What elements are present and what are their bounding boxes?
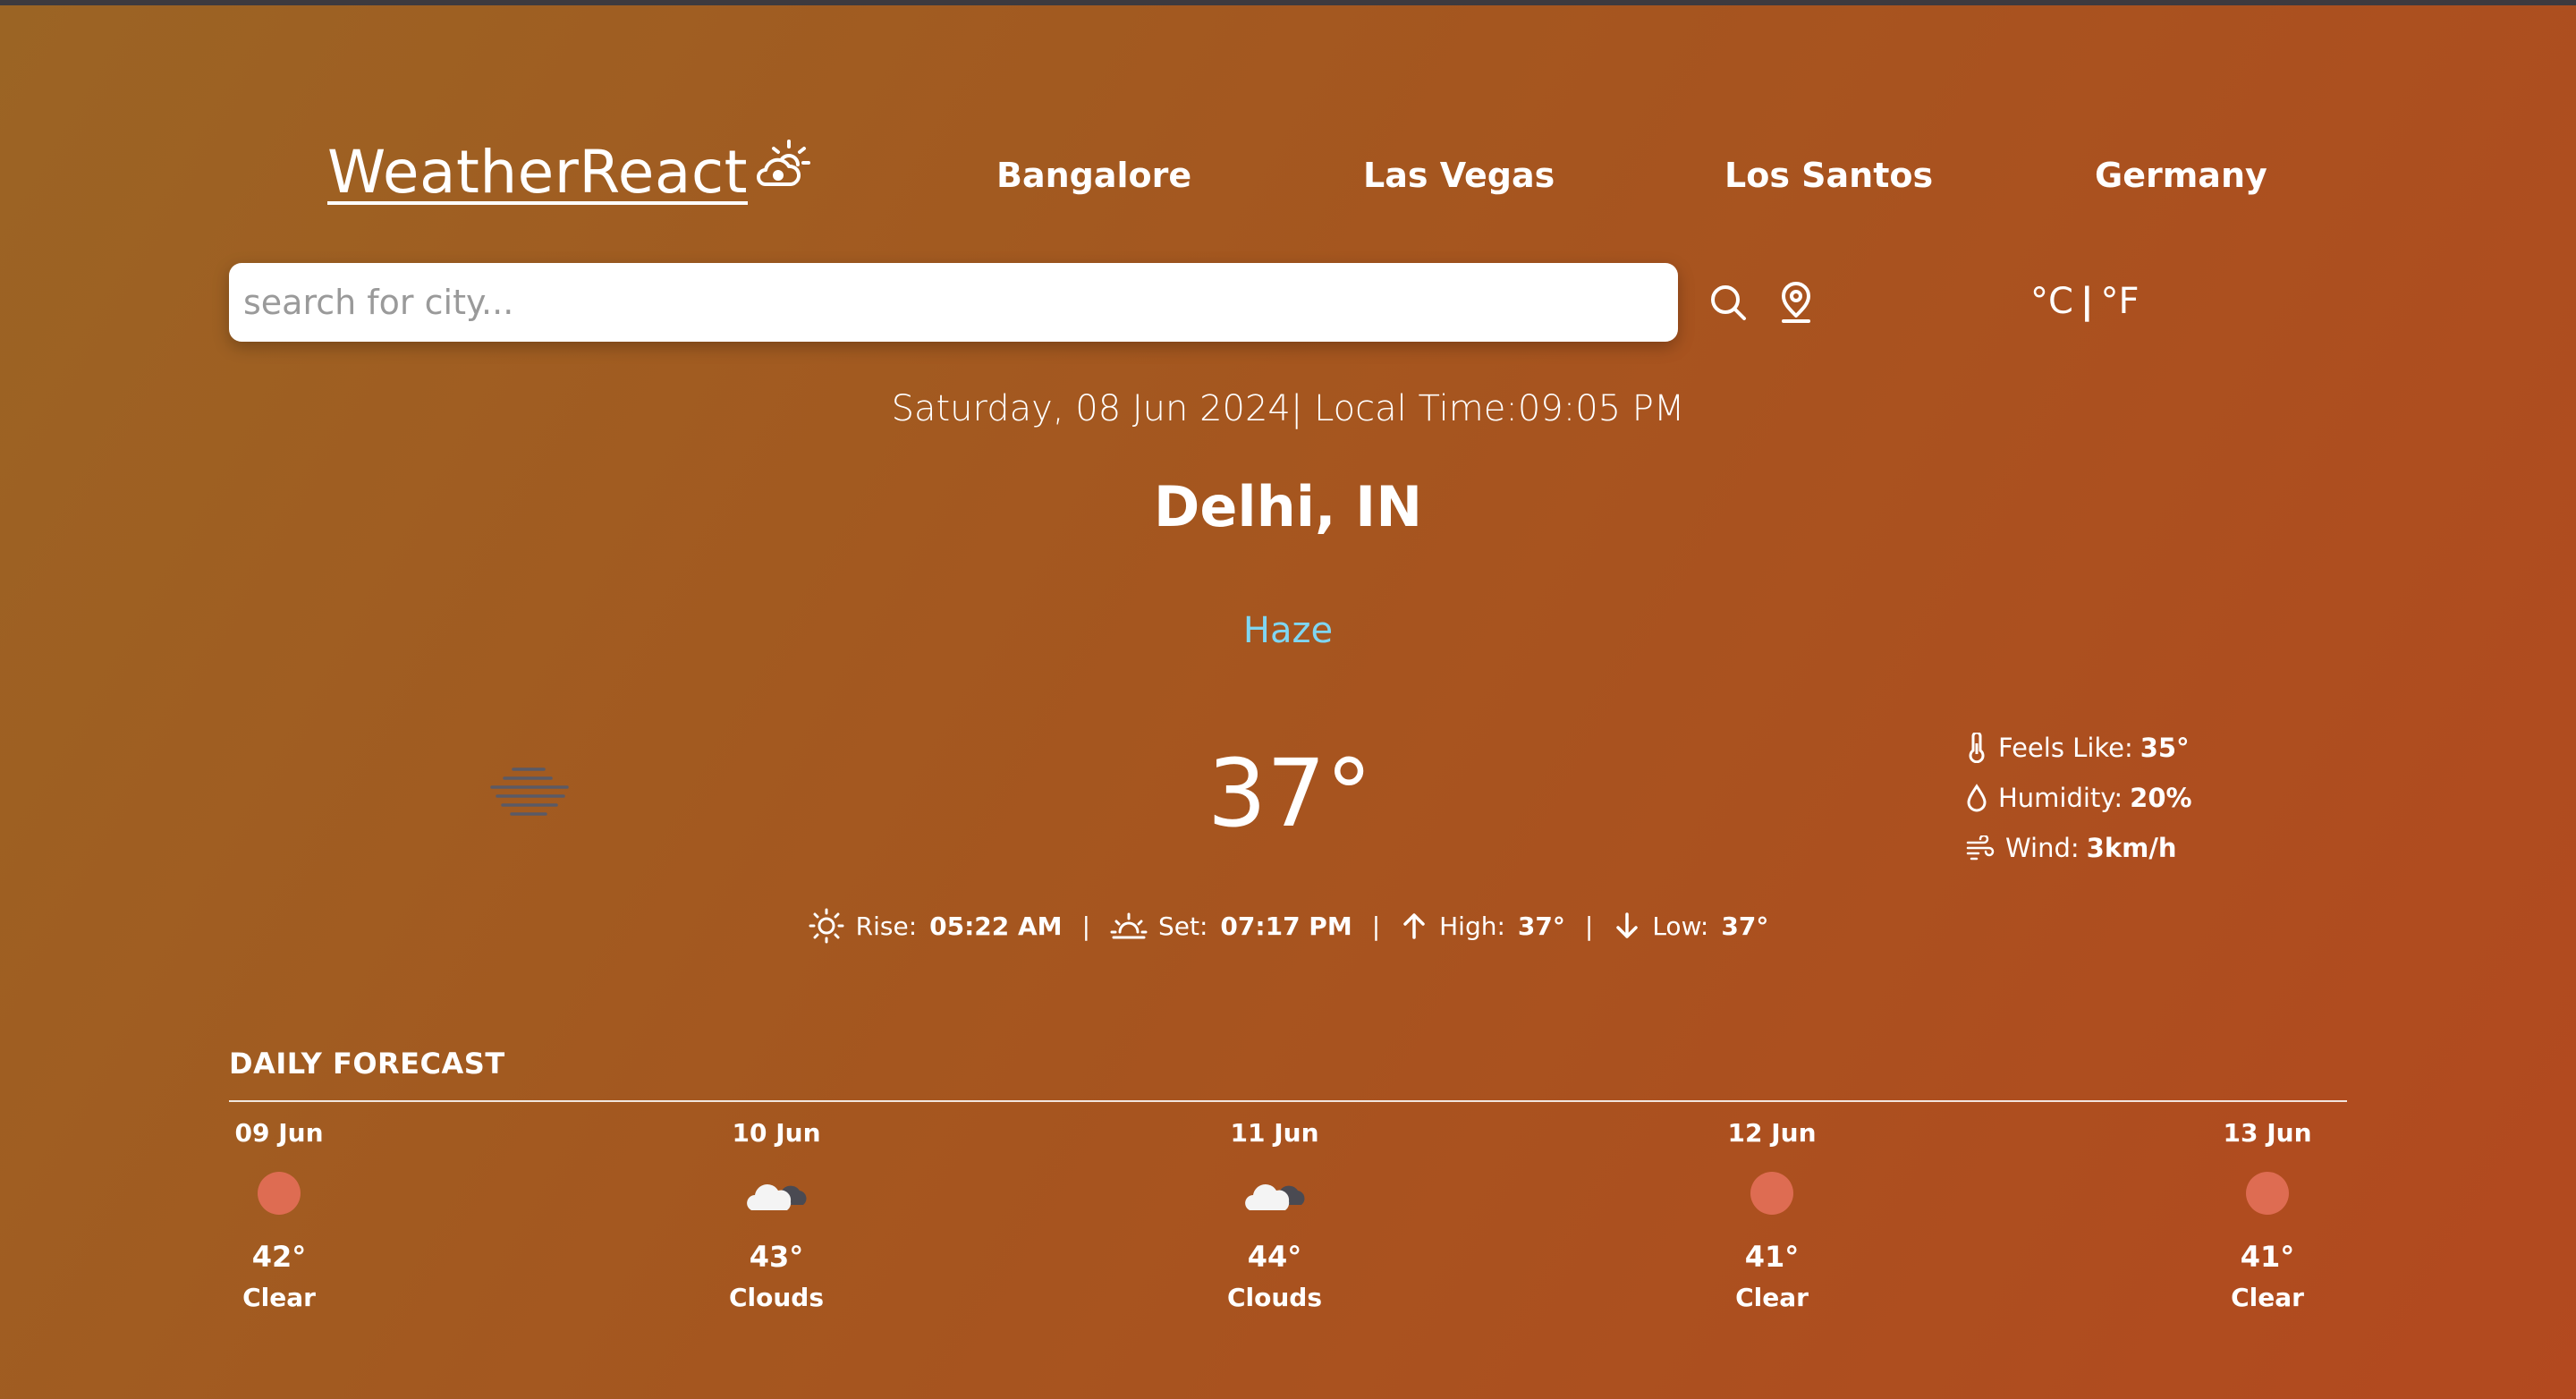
humidity-label: Humidity: <box>1998 783 2123 813</box>
wind-row: Wind: 3km/h <box>1966 823 2192 873</box>
forecast-temp: 42° <box>251 1240 307 1274</box>
forecast-desc: Clouds <box>728 1283 825 1312</box>
nav-link-los-santos[interactable]: Los Santos <box>1724 156 1933 195</box>
feels-like-row: Feels Like: 35° <box>1966 723 2192 773</box>
forecast-temp: 43° <box>749 1240 804 1274</box>
search-icon[interactable] <box>1705 279 1751 326</box>
nav-link-las-vegas[interactable]: Las Vegas <box>1363 156 1555 195</box>
low-label: Low: <box>1652 911 1709 941</box>
city-name: Delhi, IN <box>1153 474 1423 539</box>
forecast-date: 12 Jun <box>1727 1118 1817 1148</box>
haze-icon <box>488 766 571 823</box>
arrow-down-icon <box>1616 912 1639 938</box>
unit-toggle: °C | °F <box>2030 281 2140 322</box>
sun-icon <box>258 1172 301 1215</box>
window-top-bar <box>0 0 2576 5</box>
forecast-day: 09 Jun 42° Clear <box>190 1118 369 1312</box>
forecast-title: DAILY FORECAST <box>229 1047 505 1081</box>
sun-icon <box>2246 1172 2289 1215</box>
separator: | <box>1081 911 1090 941</box>
forecast-date: 13 Jun <box>2223 1118 2312 1148</box>
cloud-sun-icon <box>753 140 810 193</box>
sunrise-label: Rise: <box>855 911 918 941</box>
feels-like-label: Feels Like: <box>1998 733 2133 763</box>
wind-value: 3km/h <box>2086 833 2177 863</box>
sun-high-low-row: Rise: 05:22 AM | Set: 07:17 PM | High: 3… <box>0 907 2576 945</box>
nav-link-bangalore[interactable]: Bangalore <box>996 156 1191 195</box>
sunset-value: 07:17 PM <box>1220 911 1352 941</box>
forecast-divider <box>229 1100 2347 1102</box>
sunrise-value: 05:22 AM <box>929 911 1063 941</box>
sun-icon <box>1750 1172 1793 1215</box>
forecast-desc: Clouds <box>1226 1283 1323 1312</box>
sunrise-icon <box>809 908 844 944</box>
weather-details: Feels Like: 35° Humidity: 20% Wind: 3km/… <box>1966 723 2192 873</box>
current-temperature: 37° <box>1207 739 1373 848</box>
forecast-temp: 41° <box>1744 1240 1800 1274</box>
forecast-day: 12 Jun 41° Clear <box>1682 1118 1861 1312</box>
fahrenheit-button[interactable]: °F <box>2101 281 2140 322</box>
forecast-desc: Clear <box>2231 1283 2304 1312</box>
cloud-icon <box>747 1183 807 1210</box>
humidity-value: 20% <box>2130 783 2192 813</box>
forecast-date: 11 Jun <box>1230 1118 1319 1148</box>
separator: | <box>1371 911 1381 941</box>
logo[interactable]: WeatherReact <box>327 138 810 207</box>
thermometer-icon <box>1969 733 1985 763</box>
droplet-icon <box>1967 784 1987 812</box>
forecast-desc: Clear <box>1735 1283 1809 1312</box>
feels-like-value: 35° <box>2140 733 2190 763</box>
weather-condition: Haze <box>1242 610 1334 651</box>
cloud-icon <box>1245 1183 1305 1210</box>
forecast-day: 10 Jun 43° Clouds <box>687 1118 866 1312</box>
forecast-day: 11 Jun 44° Clouds <box>1185 1118 1364 1312</box>
search-input[interactable] <box>229 263 1678 342</box>
separator: | <box>1584 911 1594 941</box>
forecast-date: 10 Jun <box>732 1118 821 1148</box>
celsius-button[interactable]: °C <box>2030 281 2073 322</box>
local-datetime: Saturday, 08 Jun 2024| Local Time:09:05 … <box>891 388 1685 429</box>
logo-text[interactable]: WeatherReact <box>327 138 748 207</box>
high-value: 37° <box>1517 911 1565 941</box>
forecast-desc: Clear <box>242 1283 316 1312</box>
arrow-up-icon <box>1403 913 1425 939</box>
forecast-day: 13 Jun 41° Clear <box>2178 1118 2357 1312</box>
wind-icon <box>1966 835 1995 861</box>
low-value: 37° <box>1721 911 1769 941</box>
nav-link-germany[interactable]: Germany <box>2095 156 2267 195</box>
forecast-date: 09 Jun <box>234 1118 324 1148</box>
forecast-temp: 41° <box>2240 1240 2295 1274</box>
forecast-temp: 44° <box>1247 1240 1302 1274</box>
humidity-row: Humidity: 20% <box>1966 773 2192 823</box>
wind-label: Wind: <box>2005 833 2080 863</box>
unit-separator: | <box>2080 281 2094 322</box>
sunset-icon <box>1110 912 1148 939</box>
location-pin-icon[interactable] <box>1773 279 1819 326</box>
high-label: High: <box>1439 911 1505 941</box>
sunset-label: Set: <box>1158 911 1208 941</box>
